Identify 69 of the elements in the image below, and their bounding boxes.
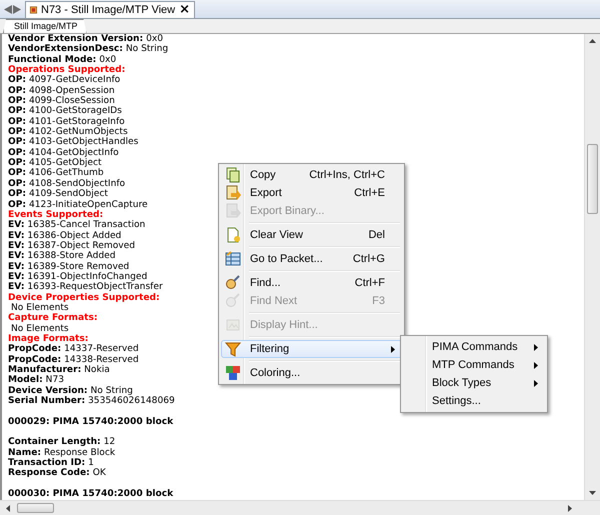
vertical-scrollbar[interactable] xyxy=(584,34,600,500)
field-line: Transaction ID: 1 xyxy=(8,458,94,468)
field-line: PropCode: 14338-Reserved xyxy=(8,354,139,365)
menu-item[interactable]: Find... Ctrl+F xyxy=(221,274,402,292)
menu-item[interactable]: Clear View Del xyxy=(221,226,402,244)
field-line: EV: 16385-Cancel Transaction xyxy=(8,220,146,231)
field-line: Model: N73 xyxy=(8,375,64,386)
block-header: 000030: PIMA 15740:2000 block xyxy=(8,489,174,500)
field-line: PropCode: 14337-Reserved xyxy=(8,344,139,355)
document-icon xyxy=(30,4,37,16)
field-line: OP: 4103-GetObjectHandles xyxy=(8,137,138,148)
field-line: OP: 4098-OpenSession xyxy=(8,86,115,96)
menu-item[interactable]: Copy Ctrl+Ins, Ctrl+C xyxy=(221,166,402,184)
section-heading: Operations Supported: xyxy=(8,65,126,76)
field-line: OP: 4106-GetThumb xyxy=(8,168,104,179)
field-line: OP: 4109-SendObject xyxy=(8,189,108,200)
menu-item[interactable]: PIMA Commands xyxy=(403,338,545,356)
scroll-right-icon[interactable] xyxy=(568,504,572,512)
field-line: Container Length: 12 xyxy=(8,437,116,448)
field-line: EV: 16391-ObjectInfoChanged xyxy=(8,272,148,282)
section-heading: Device Properties Supported: xyxy=(8,292,160,303)
back-icon[interactable] xyxy=(4,4,12,14)
field-line: OP: 4102-GetNumObjects xyxy=(8,127,128,138)
field-line: OP: 4104-GetObjectInfo xyxy=(8,148,119,158)
menu-item[interactable]: Coloring... xyxy=(221,364,402,382)
value-text: No Elements xyxy=(10,302,69,313)
field-line: EV: 16393-RequestObjectTransfer xyxy=(8,282,163,293)
menu-item[interactable]: MTP Commands xyxy=(403,356,545,374)
field-line: Name: Response Block xyxy=(8,448,116,458)
view-tab[interactable]: Still Image/MTP xyxy=(3,19,87,33)
horizontal-scrollbar[interactable] xyxy=(0,500,600,515)
scroll-thumb[interactable] xyxy=(587,144,598,214)
funnel-icon xyxy=(222,341,244,357)
field-line: Serial Number: 353546026148069 xyxy=(8,396,175,406)
field-line: EV: 16388-Store Added xyxy=(8,251,116,262)
field-line: EV: 16386-Object Added xyxy=(8,230,122,241)
field-line: OP: 4108-SendObjectInfo xyxy=(8,178,126,189)
field-line: Device Version: No String xyxy=(8,386,133,396)
field-line: Vendor Extension Version: 0x0 xyxy=(8,34,164,44)
field-line: Functional Mode: 0x0 xyxy=(8,54,116,65)
value-text: No Elements xyxy=(10,324,69,334)
field-line: Response Code: OK xyxy=(8,468,106,479)
block-header: 000029: PIMA 15740:2000 block xyxy=(8,416,174,428)
field-line: OP: 4101-GetStorageInfo xyxy=(8,116,125,127)
field-line: EV: 16389-Store Removed xyxy=(8,262,130,272)
section-heading: Image Formats: xyxy=(8,334,88,344)
forward-icon[interactable] xyxy=(13,4,21,14)
section-heading: Capture Formats: xyxy=(8,313,98,324)
scroll-left-icon[interactable] xyxy=(6,504,10,512)
field-line: OP: 4100-GetStorageIDs xyxy=(8,106,122,117)
scroll-thumb[interactable] xyxy=(17,503,54,513)
field-line: OP: 4099-CloseSession xyxy=(8,96,115,106)
field-line: OP: 4105-GetObject xyxy=(8,158,102,168)
scroll-down-icon[interactable] xyxy=(589,491,596,495)
menu-item[interactable]: Block Types xyxy=(403,374,545,392)
field-line: EV: 16387-Object Removed xyxy=(8,240,136,251)
menu-item[interactable]: Export Ctrl+E xyxy=(221,184,402,202)
section-heading: Events Supported: xyxy=(8,210,104,220)
menu-item[interactable]: Go to Packet... Ctrl+G xyxy=(221,250,402,268)
field-line: OP: 4123-InitiateOpenCapture xyxy=(8,200,148,210)
field-line: OP: 4097-GetDeviceInfo xyxy=(8,75,120,86)
menu-item[interactable]: Filtering xyxy=(221,340,402,358)
close-button[interactable]: × xyxy=(179,4,190,16)
scroll-up-icon[interactable] xyxy=(589,39,596,43)
tab-title: N73 - Still Image/MTP View xyxy=(41,4,176,16)
menu-item[interactable]: Settings... xyxy=(403,392,545,410)
field-line: VendorExtensionDesc: No String xyxy=(8,44,168,55)
document-tab[interactable]: N73 - Still Image/MTP View × xyxy=(25,1,195,18)
field-line: Manufacturer: Nokia xyxy=(8,365,110,375)
